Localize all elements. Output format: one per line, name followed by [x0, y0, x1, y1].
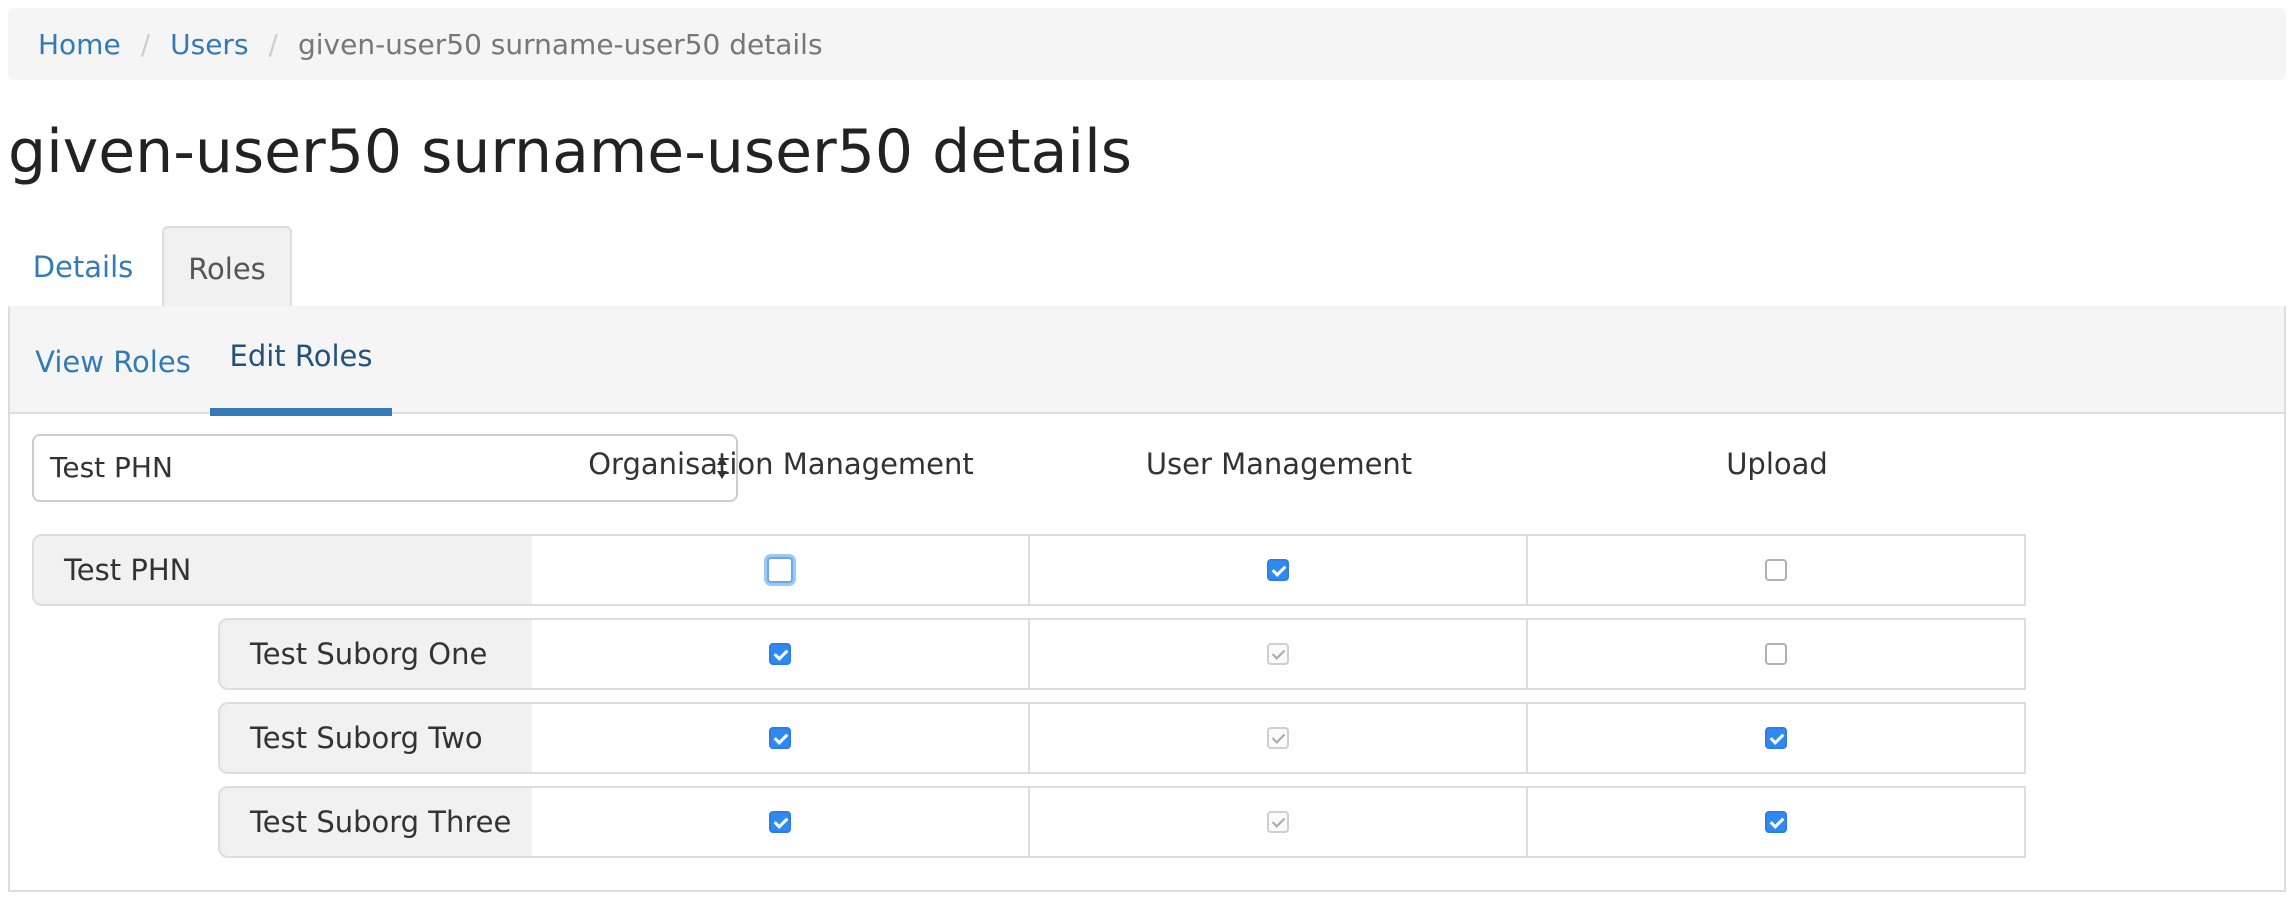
user-management-checkbox: [1267, 643, 1289, 665]
organisation-name: Test Suborg Two: [218, 702, 534, 774]
table-row: Test PHN: [10, 534, 2284, 606]
user-management-checkbox[interactable]: [1267, 559, 1289, 581]
organisation-management-checkbox[interactable]: [769, 643, 791, 665]
column-header-organisation-management: Organisation Management: [588, 447, 974, 481]
organisation-name: Test PHN: [32, 534, 534, 606]
upload-checkbox[interactable]: [1765, 727, 1787, 749]
table-cell: [532, 786, 1030, 858]
table-cell: [1030, 534, 1528, 606]
organisation-name: Test Suborg Three: [218, 786, 534, 858]
breadcrumb-separator: /: [268, 27, 278, 61]
table-cell: [532, 618, 1030, 690]
organisation-management-checkbox[interactable]: [769, 811, 791, 833]
tab-bar: Details Roles: [8, 226, 2286, 308]
organisation-management-checkbox[interactable]: [769, 727, 791, 749]
table-row: Test Suborg Three: [10, 786, 2284, 858]
column-header-user-management: User Management: [1145, 447, 1413, 481]
column-header-upload: Upload: [1726, 447, 1828, 481]
table-cell: [1528, 702, 2026, 774]
upload-checkbox[interactable]: [1765, 811, 1787, 833]
roles-panel: View Roles Edit Roles Test PHN Organisat…: [8, 306, 2286, 892]
user-management-checkbox: [1267, 811, 1289, 833]
upload-checkbox[interactable]: [1765, 643, 1787, 665]
user-management-checkbox: [1267, 727, 1289, 749]
breadcrumb-current: given-user50 surname-user50 details: [297, 27, 823, 61]
breadcrumb-users-link[interactable]: Users: [170, 28, 248, 61]
table-row: Test Suborg Two: [10, 702, 2284, 774]
page-title: given-user50 surname-user50 details: [8, 117, 1133, 187]
subtab-bar: View Roles Edit Roles: [10, 306, 2284, 416]
subtab-edit-roles[interactable]: Edit Roles: [210, 306, 392, 416]
upload-checkbox[interactable]: [1765, 559, 1787, 581]
table-cell: [1528, 534, 2026, 606]
table-cell: [532, 534, 1030, 606]
organisation-select-value: Test PHN: [50, 451, 173, 484]
table-row: Test Suborg One: [10, 618, 2284, 690]
tab-details[interactable]: Details: [8, 226, 158, 308]
table-cell: [1030, 786, 1528, 858]
table-cell: [532, 702, 1030, 774]
organisation-name: Test Suborg One: [218, 618, 534, 690]
breadcrumb-separator: /: [140, 27, 151, 61]
table-cell: [1030, 702, 1528, 774]
table-cell: [1030, 618, 1528, 690]
breadcrumb: Home / Users / given-user50 surname-user…: [8, 8, 2286, 80]
breadcrumb-home-link[interactable]: Home: [38, 28, 121, 61]
subtab-view-roles[interactable]: View Roles: [14, 306, 212, 414]
table-cell: [1528, 786, 2026, 858]
table-cell: [1528, 618, 2026, 690]
organisation-management-checkbox[interactable]: [767, 557, 793, 583]
tab-roles[interactable]: Roles: [162, 226, 292, 308]
